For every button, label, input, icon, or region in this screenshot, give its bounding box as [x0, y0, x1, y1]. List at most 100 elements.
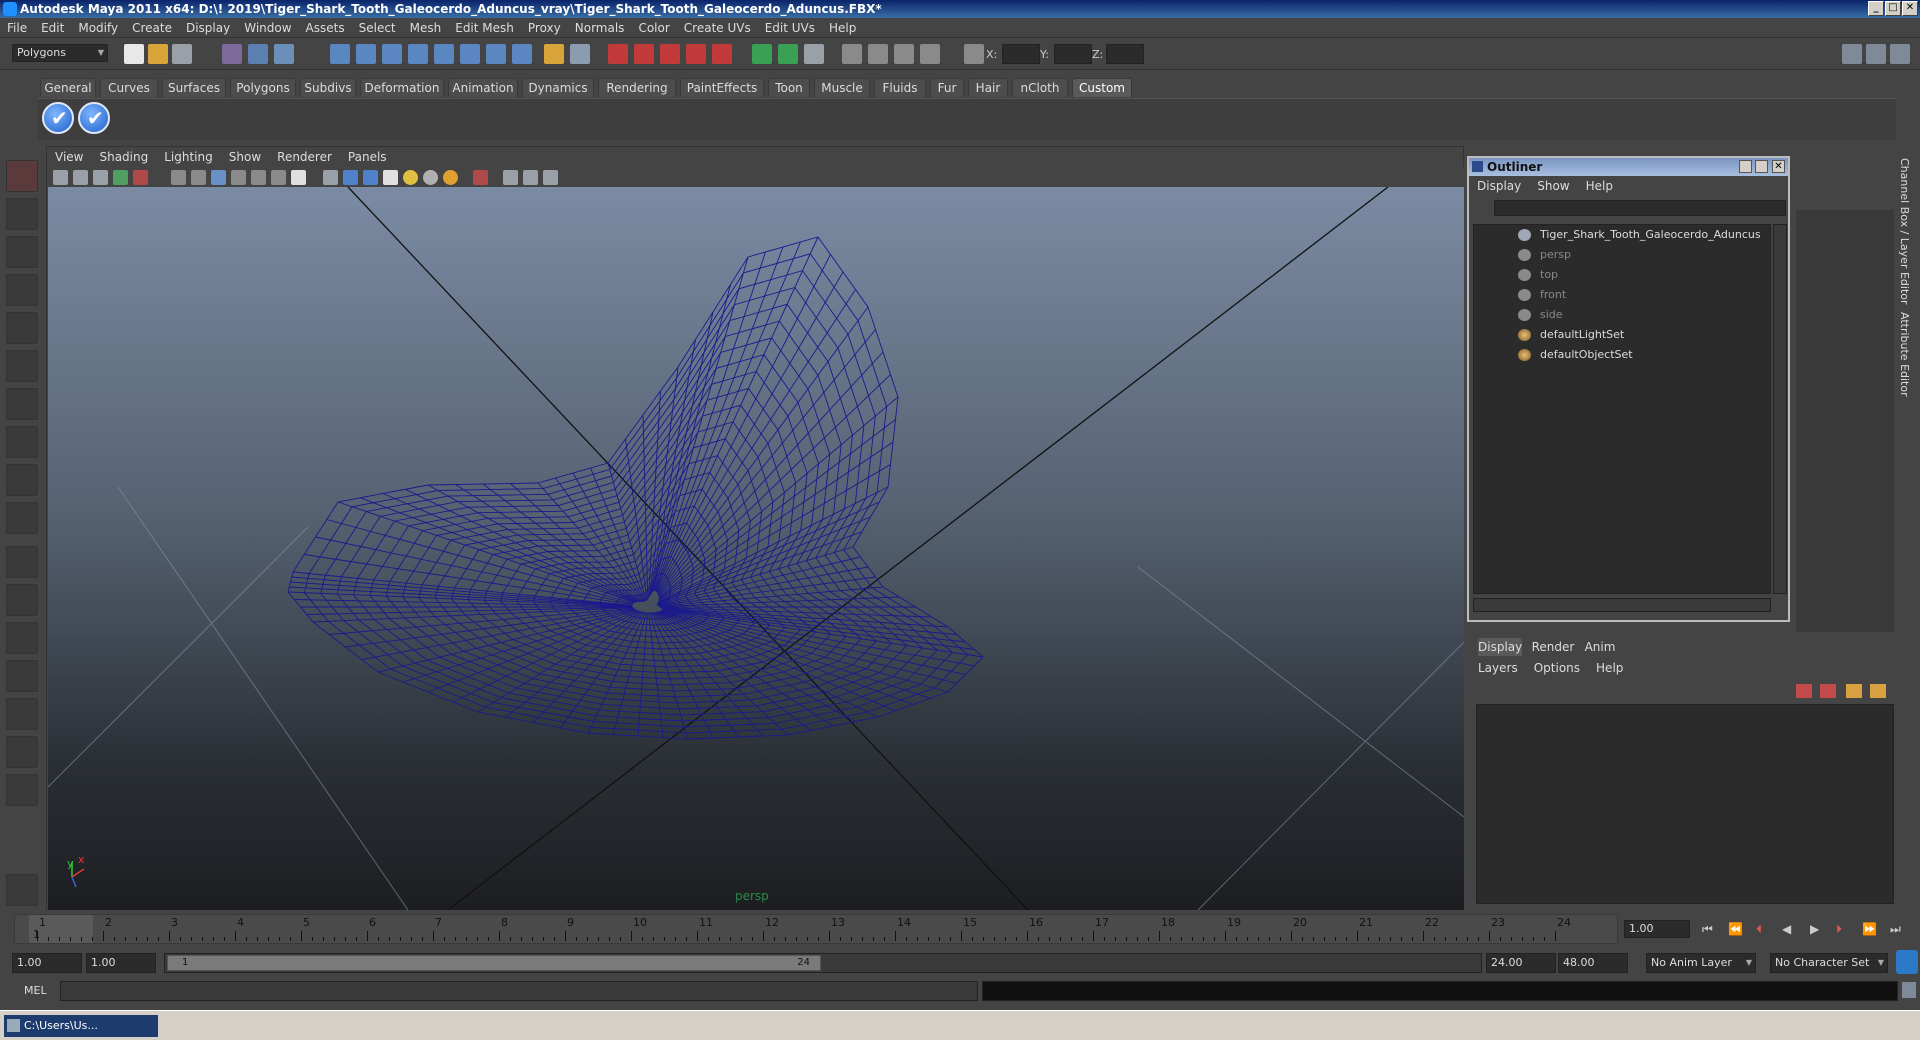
new-scene-icon[interactable] [124, 44, 144, 64]
render-frame-icon[interactable] [608, 44, 628, 64]
last-tool-icon[interactable] [6, 502, 38, 534]
step-back-frame-icon[interactable]: ⏴ [1756, 922, 1762, 937]
start-time-field[interactable]: 1.00 [12, 953, 82, 973]
outliner-vertical-scrollbar[interactable] [1773, 224, 1787, 594]
transform-numeric-icon[interactable] [804, 44, 824, 64]
image-plane-icon[interactable] [113, 170, 128, 185]
shelf-tab-dynamics[interactable]: Dynamics [522, 78, 594, 97]
rotate-tool-icon[interactable] [6, 312, 38, 344]
playback-end-field[interactable]: 24.00 [1486, 953, 1556, 973]
end-time-field[interactable]: 48.00 [1558, 953, 1628, 973]
textured-icon[interactable] [383, 170, 398, 185]
single-view-icon[interactable] [503, 170, 518, 185]
minimize-button[interactable]: _ [1868, 1, 1884, 16]
paint-select-tool-icon[interactable] [6, 236, 38, 268]
outliner-maximize-button[interactable] [1755, 160, 1768, 173]
snap-curve-icon[interactable] [356, 44, 376, 64]
step-back-key-icon[interactable]: ⏪ [1728, 922, 1743, 936]
shelf-tab-animation[interactable]: Animation [448, 78, 518, 97]
layer-tab-render[interactable]: Render [1530, 638, 1576, 656]
menu-display[interactable]: Display [179, 18, 237, 38]
mel-command-input[interactable] [60, 981, 978, 1001]
outliner-filter-input[interactable] [1494, 200, 1786, 216]
outliner-item[interactable]: side [1474, 305, 1770, 325]
range-bar[interactable]: 1 24 [164, 953, 1482, 973]
layer-menu-options[interactable]: Options [1526, 658, 1588, 678]
layer-menu-help[interactable]: Help [1588, 658, 1631, 678]
absolute-transform-icon[interactable] [964, 44, 984, 64]
shelf-tab-deformation[interactable]: Deformation [360, 78, 444, 97]
outliner-item[interactable]: defaultLightSet [1474, 325, 1770, 345]
outliner-item[interactable]: top [1474, 265, 1770, 285]
time-slider-track[interactable]: 1 12345678910111213141516171819202122232… [14, 914, 1618, 944]
bookmark-icon[interactable] [93, 170, 108, 185]
menu-mesh[interactable]: Mesh [403, 18, 449, 38]
shelf-tab-curves[interactable]: Curves [100, 78, 158, 97]
viewport-menu-lighting[interactable]: Lighting [156, 147, 221, 167]
shelf-tab-muscle[interactable]: Muscle [814, 78, 870, 97]
go-to-start-icon[interactable]: ⏮ [1702, 922, 1713, 937]
outliner-item[interactable]: persp [1474, 245, 1770, 265]
safe-action-icon[interactable] [231, 170, 246, 185]
menu-file[interactable]: File [0, 18, 34, 38]
render-view-icon[interactable] [712, 44, 732, 64]
new-layer-selected-icon[interactable] [1820, 684, 1836, 698]
resolution-gate-icon[interactable] [133, 170, 148, 185]
shelf-tab-subdivs[interactable]: Subdivs [300, 78, 356, 97]
select-tool-icon[interactable] [6, 160, 38, 192]
snap-grid-icon[interactable] [330, 44, 350, 64]
outliner-item[interactable]: defaultObjectSet [1474, 345, 1770, 365]
field-chart-icon[interactable] [211, 170, 226, 185]
viewport-menu-shading[interactable]: Shading [91, 147, 156, 167]
channel-box-toggle-icon[interactable] [1890, 44, 1910, 64]
shelf-tab-ncloth[interactable]: nCloth [1012, 78, 1068, 97]
tool-settings-icon[interactable] [868, 44, 888, 64]
custom-shelf-check-icon-1[interactable] [42, 102, 74, 134]
attribute-toggle-icon[interactable] [842, 44, 862, 64]
default-lighting-icon[interactable] [403, 170, 418, 185]
shelf-tab-surfaces[interactable]: Surfaces [162, 78, 226, 97]
menu-window[interactable]: Window [237, 18, 298, 38]
y-field[interactable] [1054, 44, 1092, 64]
hypershade-layout-icon[interactable] [6, 698, 38, 730]
playback-start-field[interactable]: 1.00 [86, 953, 156, 973]
play-backward-icon[interactable]: ◀ [1782, 922, 1791, 936]
channel-box-tab[interactable]: Channel Box / Layer Editor [1898, 158, 1911, 305]
attribute-editor-toggle-icon[interactable] [1842, 44, 1862, 64]
high-quality-icon[interactable] [473, 170, 488, 185]
step-forward-key-icon[interactable]: ⏩ [1862, 922, 1877, 936]
shelf-tab-general[interactable]: General [40, 78, 96, 97]
select-component-icon[interactable] [274, 44, 294, 64]
outliner-menu-display[interactable]: Display [1469, 176, 1529, 196]
single-pane-layout-icon[interactable] [6, 546, 38, 578]
wireframe-on-shaded-icon[interactable] [363, 170, 378, 185]
outliner-close-button[interactable]: ✕ [1772, 160, 1785, 173]
menu-create[interactable]: Create [125, 18, 179, 38]
current-time-field[interactable]: 1.00 [1624, 920, 1690, 938]
menu-edit-uvs[interactable]: Edit UVs [758, 18, 822, 38]
snap-view-icon[interactable] [408, 44, 428, 64]
attribute-editor-tab[interactable]: Attribute Editor [1898, 312, 1911, 397]
smooth-shading-icon[interactable] [343, 170, 358, 185]
graph-layout-icon[interactable] [6, 660, 38, 692]
film-gate-icon[interactable] [191, 170, 206, 185]
menu-help[interactable]: Help [822, 18, 863, 38]
channel-toggle-icon[interactable] [894, 44, 914, 64]
menu-assets[interactable]: Assets [299, 18, 352, 38]
viewport-menu-panels[interactable]: Panels [340, 147, 395, 167]
layer-move-down-icon[interactable] [1870, 684, 1886, 698]
menu-edit-mesh[interactable]: Edit Mesh [448, 18, 521, 38]
layout-more-icon[interactable] [6, 774, 38, 806]
xray-icon[interactable] [291, 170, 306, 185]
time-slider[interactable]: 1 12345678910111213141516171819202122232… [10, 912, 1620, 946]
menu-create-uvs[interactable]: Create UVs [677, 18, 758, 38]
lasso-tool-icon[interactable] [6, 198, 38, 230]
layer-toggle-icon[interactable] [920, 44, 940, 64]
maximize-button[interactable]: □ [1885, 1, 1901, 16]
layer-move-up-icon[interactable] [1846, 684, 1862, 698]
shelf-tab-polygons[interactable]: Polygons [230, 78, 296, 97]
snap-point-icon[interactable] [382, 44, 402, 64]
menu-edit[interactable]: Edit [34, 18, 71, 38]
shelf-tab-fluids[interactable]: Fluids [874, 78, 926, 97]
sculpt-brush-icon[interactable] [6, 874, 38, 906]
